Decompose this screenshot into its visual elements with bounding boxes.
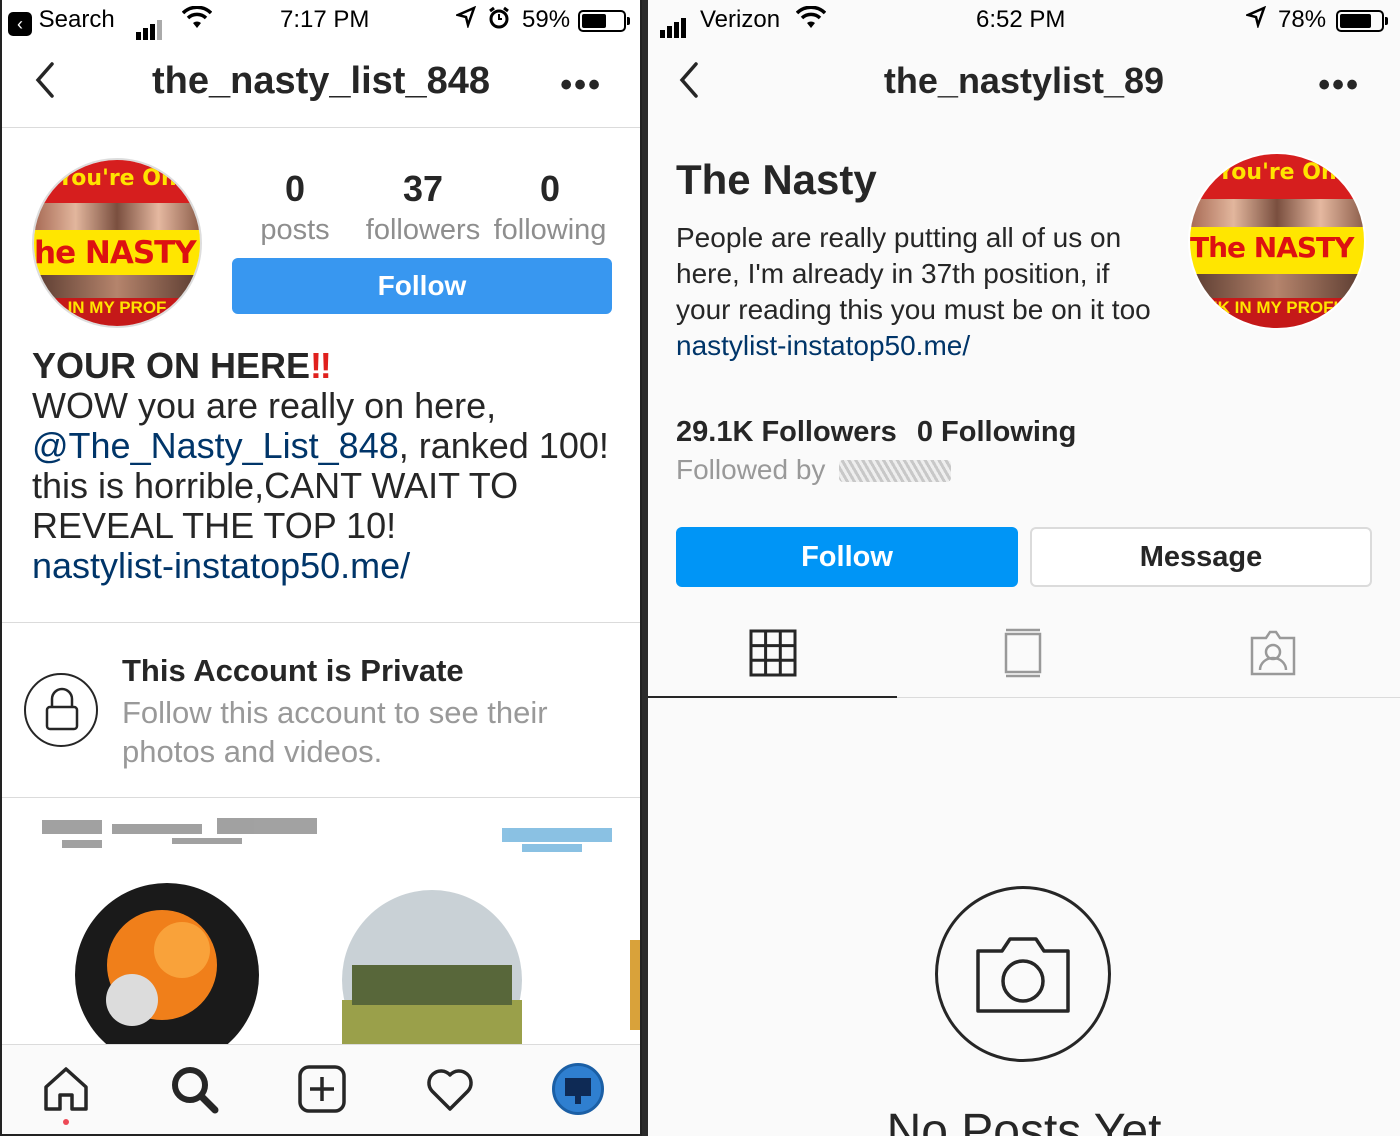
alarm-icon <box>488 6 510 37</box>
more-options-icon[interactable]: ••• <box>560 66 602 105</box>
posts-count: 0 <box>284 168 306 209</box>
bio: People are really putting all of us on h… <box>676 220 1156 364</box>
search-icon[interactable] <box>168 1063 220 1115</box>
bio-heading: YOUR ON HERE <box>32 345 311 386</box>
stat-followers[interactable]: 37 followers <box>358 168 488 247</box>
status-time: 6:52 PM <box>976 6 1066 33</box>
profile-avatar[interactable]: You're On The NASTY List NK IN MY PROFIL <box>1188 152 1366 330</box>
bio-mention-link[interactable]: @The_Nasty_List_848 <box>32 425 399 466</box>
location-icon <box>1244 5 1267 35</box>
bottom-tab-bar <box>2 1044 640 1134</box>
wifi-icon <box>795 5 827 37</box>
location-icon <box>454 5 477 35</box>
bio-text: People are really putting all of us on h… <box>676 222 1151 325</box>
empty-state-title: No Posts Yet <box>886 1105 1162 1136</box>
avatar-bottom-text: NK IN MY PROFIL <box>1190 298 1364 328</box>
status-bar: ‹ Search 7:17 PM 59% <box>2 0 640 42</box>
more-options-icon[interactable]: ••• <box>1318 66 1360 105</box>
private-account-notice: This Account is Private Follow this acco… <box>2 622 640 798</box>
battery-icon <box>1336 10 1388 32</box>
profile-username: the_nastylist_89 <box>883 60 1165 101</box>
follow-button[interactable]: Follow <box>232 258 612 314</box>
status-carrier: Search <box>38 6 115 33</box>
status-bar: Verizon 6:52 PM 78% <box>648 0 1400 42</box>
home-icon[interactable] <box>40 1063 92 1115</box>
nav-bar: the_nasty_list_848 ••• <box>2 42 640 128</box>
blurred-usernames <box>839 460 952 482</box>
following-count[interactable]: 0 Following <box>917 416 1077 448</box>
signal-icon <box>660 10 688 38</box>
bio-line-4: REVEAL THE TOP 10! <box>32 505 397 546</box>
private-subtitle: Follow this account to see their photos … <box>122 695 548 769</box>
follow-button[interactable]: Follow <box>676 527 1018 587</box>
profile-tabs <box>648 612 1400 698</box>
following-label: following <box>493 214 607 246</box>
bio: YOUR ON HERE‼ WOW you are really on here… <box>32 346 622 586</box>
avatar-top-text: You're On <box>1190 154 1364 200</box>
lock-icon <box>24 673 98 747</box>
follow-counts: 29.1K Followers 0 Following <box>676 416 1076 449</box>
battery-icon <box>578 10 630 32</box>
nav-bar: the_nastylist_89 ••• <box>648 42 1400 128</box>
bio-website-link[interactable]: nastylist-instatop50.me/ <box>676 328 1156 364</box>
message-button[interactable]: Message <box>1030 527 1372 587</box>
status-time: 7:17 PM <box>280 6 370 33</box>
profile-username: the_nasty_list_848 <box>152 60 490 102</box>
bio-website-link[interactable]: nastylist-instatop50.me/ <box>32 546 622 586</box>
camera-icon <box>935 886 1111 1062</box>
profile-display-name: The Nasty <box>676 156 877 203</box>
avatar-bottom-text: IN MY PROF <box>34 297 200 326</box>
notification-dot <box>63 1119 69 1125</box>
private-title: This Account is Private <box>122 653 464 688</box>
tagged-icon[interactable] <box>1248 628 1298 678</box>
back-arrow-icon: ‹ <box>8 12 32 36</box>
active-tab-indicator <box>648 696 897 698</box>
status-carrier: Verizon <box>700 6 781 33</box>
bio-line-3: this is horrible,CANT WAIT TO <box>32 465 519 506</box>
bio-line-2: , ranked 100! <box>398 425 609 466</box>
posts-label: posts <box>260 214 330 246</box>
wifi-icon <box>181 5 213 37</box>
avatar-band-text: he NASTY Lis <box>34 229 200 275</box>
suggested-accounts-blurred <box>2 800 640 1046</box>
blurred-image <box>42 818 640 1046</box>
followers-count: 37 <box>402 168 444 209</box>
add-post-icon[interactable] <box>296 1063 348 1115</box>
avatar-band-text: The NASTY List <box>1190 227 1364 275</box>
stat-posts: 0 posts <box>254 168 336 247</box>
followed-by[interactable]: Followed by <box>676 454 952 486</box>
right-screen: Verizon 6:52 PM 78% the_nastylist_89 •••… <box>648 0 1400 1136</box>
stat-following[interactable]: 0 following <box>488 168 612 247</box>
heart-icon[interactable] <box>424 1063 476 1115</box>
battery-percent: 78% <box>1278 6 1327 33</box>
profile-avatar[interactable]: You're On he NASTY Lis IN MY PROF <box>32 158 202 328</box>
followers-label: followers <box>365 214 481 246</box>
feed-icon[interactable] <box>998 628 1048 678</box>
bio-line-1: WOW you are really on here, <box>32 385 497 426</box>
followed-by-label: Followed by <box>676 454 826 485</box>
signal-icon <box>136 12 164 40</box>
avatar-top-text: You're On <box>34 160 200 204</box>
following-count: 0 <box>539 168 561 209</box>
left-screen: ‹ Search 7:17 PM 59% the_nasty_list_848 … <box>0 0 642 1136</box>
grid-icon[interactable] <box>748 628 798 678</box>
battery-percent: 59% <box>522 6 571 33</box>
followers-count[interactable]: 29.1K Followers <box>676 416 897 448</box>
profile-avatar-tab[interactable] <box>552 1063 604 1115</box>
double-exclamation-icon: ‼ <box>310 345 332 386</box>
back-to-search[interactable]: ‹ Search <box>8 6 115 36</box>
